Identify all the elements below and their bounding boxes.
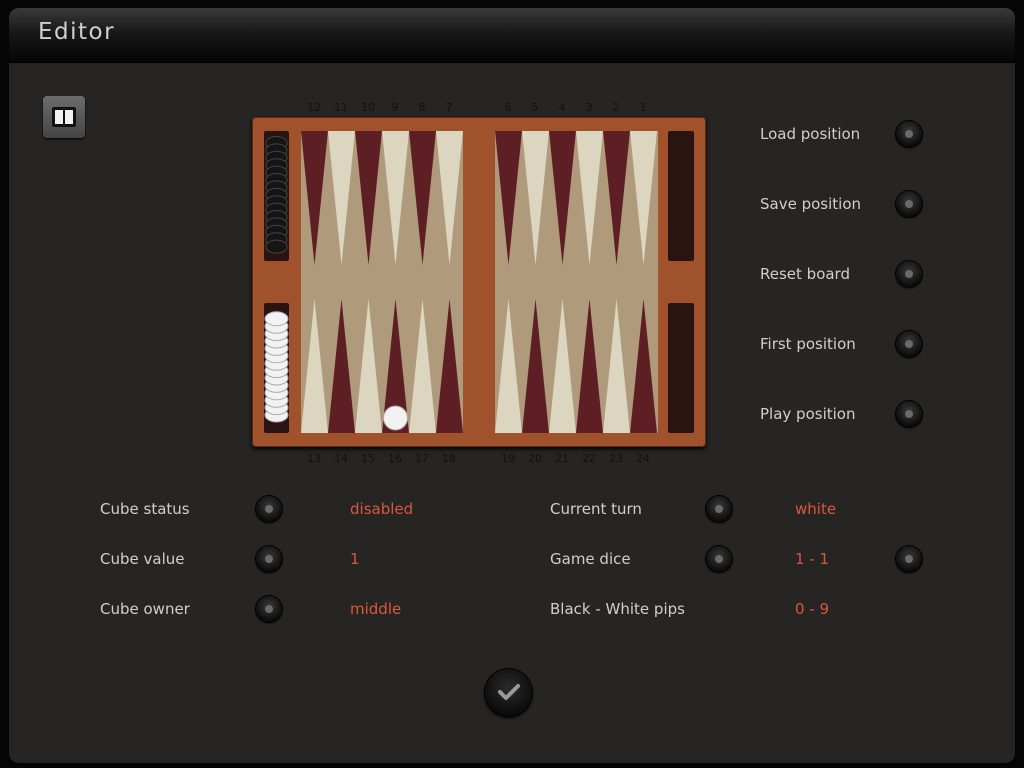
first-position-label: First position	[760, 335, 856, 353]
point-number-6: 6	[504, 101, 512, 114]
board-canvas[interactable]	[252, 117, 706, 447]
game-dice-label: Game dice	[550, 550, 631, 568]
reset-board-button[interactable]	[896, 261, 922, 287]
point-number-8: 8	[418, 101, 426, 114]
board-view-icon	[52, 107, 76, 127]
game-dice-value: 1 - 1	[795, 550, 830, 568]
game-dice-knob[interactable]	[706, 546, 732, 572]
checkmark-icon	[498, 684, 520, 700]
point-number-17: 17	[415, 452, 429, 465]
point-number-1: 1	[639, 101, 647, 114]
point-number-7: 7	[445, 101, 453, 114]
point-number-12: 12	[307, 101, 321, 114]
bear-off-bottom[interactable]	[668, 303, 694, 433]
cube-owner-label: Cube owner	[100, 600, 190, 618]
pips-label: Black - White pips	[550, 600, 685, 618]
left-board-half	[301, 131, 463, 433]
first-position-button[interactable]	[896, 331, 922, 357]
cube-owner-value: middle	[350, 600, 402, 618]
backgammon-board[interactable]	[252, 117, 706, 447]
reset-board-label: Reset board	[760, 265, 850, 283]
load-position-label: Load position	[760, 125, 861, 143]
confirm-button[interactable]	[485, 669, 532, 716]
title-bar: Editor	[9, 8, 1015, 63]
point-number-9: 9	[391, 101, 399, 114]
current-turn-value: white	[795, 500, 837, 518]
point-number-11: 11	[334, 101, 348, 114]
point-number-16: 16	[388, 452, 402, 465]
point-number-4: 4	[558, 101, 566, 114]
load-position-button[interactable]	[896, 121, 922, 147]
cube-owner-knob[interactable]	[256, 596, 282, 622]
cube-status-knob[interactable]	[256, 496, 282, 522]
play-position-label: Play position	[760, 405, 856, 423]
checker-white-point-16[interactable]	[383, 405, 408, 431]
point-number-18: 18	[442, 452, 456, 465]
save-position-label: Save position	[760, 195, 862, 213]
point-number-15: 15	[361, 452, 375, 465]
point-number-21: 21	[555, 452, 569, 465]
cube-value-label: Cube value	[100, 550, 185, 568]
point-number-19: 19	[501, 452, 515, 465]
cube-value-knob[interactable]	[256, 546, 282, 572]
right-board-half	[495, 131, 658, 433]
bear-off-top[interactable]	[668, 131, 694, 261]
play-position-button[interactable]	[896, 401, 922, 427]
point-number-2: 2	[612, 101, 620, 114]
black-tray-checker[interactable]	[265, 239, 288, 254]
point-number-5: 5	[531, 101, 539, 114]
point-number-10: 10	[361, 101, 375, 114]
point-number-3: 3	[585, 101, 593, 114]
window-title: Editor	[38, 19, 116, 45]
game-dice-knob-secondary[interactable]	[896, 546, 922, 572]
point-number-22: 22	[582, 452, 596, 465]
current-turn-label: Current turn	[550, 500, 642, 518]
cube-status-label: Cube status	[100, 500, 190, 518]
cube-value-value: 1	[350, 550, 360, 568]
point-number-20: 20	[528, 452, 542, 465]
point-number-13: 13	[307, 452, 321, 465]
current-turn-knob[interactable]	[706, 496, 732, 522]
board-view-button[interactable]	[43, 96, 85, 138]
save-position-button[interactable]	[896, 191, 922, 217]
point-number-14: 14	[334, 452, 348, 465]
point-number-23: 23	[609, 452, 623, 465]
white-tray-checker[interactable]	[264, 311, 289, 327]
cube-status-value: disabled	[350, 500, 414, 518]
pips-value: 0 - 9	[795, 600, 830, 618]
point-number-24: 24	[636, 452, 650, 465]
